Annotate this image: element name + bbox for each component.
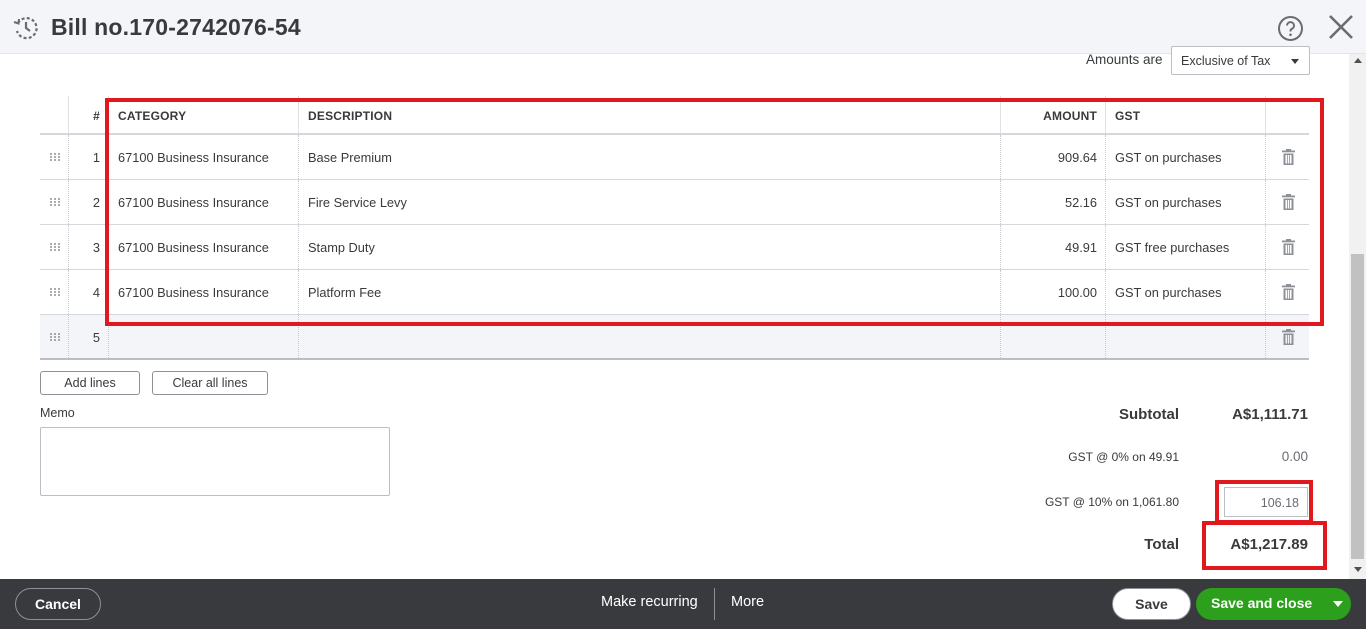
table-row[interactable]: 2 67100 Business Insurance Fire Service … <box>40 180 1309 225</box>
delete-row-button[interactable] <box>1265 315 1309 358</box>
subtotal-value: A$1,111.71 <box>1232 406 1308 423</box>
subtotal-label: Subtotal <box>1119 406 1179 423</box>
row-gst[interactable] <box>1105 315 1265 358</box>
modal-footer: Cancel Make recurring More Save Save and… <box>0 579 1366 629</box>
gst-10-input[interactable]: 106.18 <box>1224 487 1308 517</box>
row-amount[interactable] <box>1000 315 1105 358</box>
row-category[interactable] <box>108 315 298 358</box>
cancel-button[interactable]: Cancel <box>15 588 101 620</box>
row-description[interactable] <box>298 315 1000 358</box>
row-number: 4 <box>68 270 108 314</box>
make-recurring-link[interactable]: Make recurring <box>601 594 698 610</box>
clear-all-lines-button[interactable]: Clear all lines <box>152 371 268 395</box>
scroll-down-arrow-icon[interactable] <box>1354 567 1362 572</box>
trash-icon <box>1282 239 1295 255</box>
delete-row-button[interactable] <box>1265 180 1309 224</box>
drag-handle[interactable] <box>40 225 68 269</box>
gst-10-label: GST @ 10% on 1,061.80 <box>1044 495 1179 509</box>
header-amount: AMOUNT <box>1000 96 1105 133</box>
drag-grip-icon <box>50 288 60 296</box>
trash-icon <box>1282 284 1295 300</box>
header-delete <box>1265 96 1309 133</box>
more-link[interactable]: More <box>731 594 764 610</box>
delete-row-button[interactable] <box>1265 225 1309 269</box>
add-lines-button[interactable]: Add lines <box>40 371 140 395</box>
row-category[interactable]: 67100 Business Insurance <box>108 225 298 269</box>
delete-row-button[interactable] <box>1265 135 1309 179</box>
modal-header: Bill no.170-2742076-54 <box>0 0 1366 54</box>
row-amount[interactable]: 909.64 <box>1000 135 1105 179</box>
delete-row-button[interactable] <box>1265 270 1309 314</box>
row-gst[interactable]: GST free purchases <box>1105 225 1265 269</box>
row-amount[interactable]: 100.00 <box>1000 270 1105 314</box>
row-category[interactable]: 67100 Business Insurance <box>108 270 298 314</box>
row-category[interactable]: 67100 Business Insurance <box>108 135 298 179</box>
row-amount[interactable]: 52.16 <box>1000 180 1105 224</box>
row-description[interactable]: Fire Service Levy <box>298 180 1000 224</box>
header-drag <box>40 96 68 133</box>
amounts-tax-select-value: Exclusive of Tax <box>1181 54 1271 68</box>
caret-down-icon[interactable] <box>1333 601 1343 607</box>
row-description[interactable]: Stamp Duty <box>298 225 1000 269</box>
header-description: DESCRIPTION <box>298 96 1000 133</box>
row-number: 3 <box>68 225 108 269</box>
scroll-up-arrow-icon[interactable] <box>1354 58 1362 63</box>
total-label: Total <box>1144 536 1179 553</box>
header-num: # <box>68 96 108 133</box>
total-value: A$1,217.89 <box>1230 536 1308 553</box>
close-x-icon[interactable] <box>1327 13 1355 41</box>
drag-handle[interactable] <box>40 180 68 224</box>
table-row[interactable]: 4 67100 Business Insurance Platform Fee … <box>40 270 1309 315</box>
trash-icon <box>1282 194 1295 210</box>
memo-textarea[interactable] <box>40 427 390 496</box>
gst-0-value: 0.00 <box>1281 449 1308 464</box>
table-row[interactable]: 5 <box>40 315 1309 360</box>
drag-handle[interactable] <box>40 270 68 314</box>
amounts-tax-select[interactable]: Exclusive of Tax <box>1171 46 1310 75</box>
drag-grip-icon <box>50 333 60 341</box>
row-gst[interactable]: GST on purchases <box>1105 180 1265 224</box>
row-description[interactable]: Base Premium <box>298 135 1000 179</box>
vertical-scrollbar[interactable] <box>1349 54 1366 579</box>
drag-grip-icon <box>50 153 60 161</box>
scrollbar-thumb[interactable] <box>1351 254 1364 559</box>
header-gst: GST <box>1105 96 1265 133</box>
amounts-are-label: Amounts are <box>1086 52 1163 67</box>
row-number: 1 <box>68 135 108 179</box>
row-amount[interactable]: 49.91 <box>1000 225 1105 269</box>
category-details-table: # CATEGORY DESCRIPTION AMOUNT GST 1 6710… <box>40 96 1309 360</box>
row-description[interactable]: Platform Fee <box>298 270 1000 314</box>
trash-icon <box>1282 329 1295 345</box>
save-and-close-label: Save and close <box>1211 595 1313 611</box>
table-row[interactable]: 3 67100 Business Insurance Stamp Duty 49… <box>40 225 1309 270</box>
drag-grip-icon <box>50 198 60 206</box>
save-button[interactable]: Save <box>1112 588 1191 620</box>
page-title: Bill no.170-2742076-54 <box>51 14 301 40</box>
row-number: 5 <box>68 315 108 358</box>
row-category[interactable]: 67100 Business Insurance <box>108 180 298 224</box>
save-and-close-button[interactable]: Save and close <box>1196 588 1351 620</box>
drag-handle[interactable] <box>40 315 68 358</box>
table-row[interactable]: 1 67100 Business Insurance Base Premium … <box>40 135 1309 180</box>
caret-down-icon <box>1291 59 1299 64</box>
drag-grip-icon <box>50 243 60 251</box>
table-header: # CATEGORY DESCRIPTION AMOUNT GST <box>40 96 1309 135</box>
gst-0-label: GST @ 0% on 49.91 <box>1068 450 1179 464</box>
row-number: 2 <box>68 180 108 224</box>
drag-handle[interactable] <box>40 135 68 179</box>
help-circle-icon[interactable] <box>1277 15 1304 42</box>
header-category: CATEGORY <box>108 96 298 133</box>
memo-label: Memo <box>40 406 75 420</box>
history-clock-icon[interactable] <box>12 14 40 42</box>
row-gst[interactable]: GST on purchases <box>1105 270 1265 314</box>
footer-divider <box>714 588 715 620</box>
trash-icon <box>1282 149 1295 165</box>
row-gst[interactable]: GST on purchases <box>1105 135 1265 179</box>
